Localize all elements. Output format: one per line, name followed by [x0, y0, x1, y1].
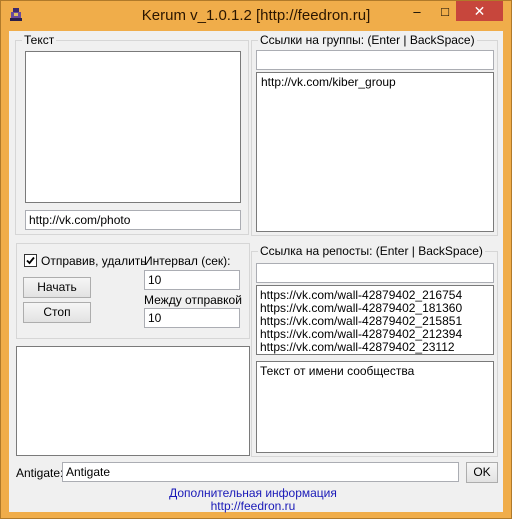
interval-input[interactable]: 10	[144, 270, 240, 290]
reposts-group: Ссылка на репосты: (Enter | BackSpace) h…	[251, 244, 498, 457]
reposts-group-label: Ссылка на репосты: (Enter | BackSpace)	[258, 244, 485, 258]
ok-button[interactable]: OK	[466, 462, 498, 483]
site-link[interactable]: http://feedron.ru	[9, 499, 497, 513]
client-area: Текст http://vk.com/photo Отправив, удал…	[9, 31, 503, 513]
delete-after-send-label: Отправив, удалить	[41, 254, 147, 268]
app-window: Kerum v_1.0.1.2 [http://feedron.ru] – □ …	[0, 0, 512, 519]
minimize-button[interactable]: –	[404, 1, 430, 21]
delete-after-send-checkbox[interactable]	[24, 254, 37, 267]
log-output-box[interactable]	[16, 346, 250, 456]
maximize-button[interactable]: □	[432, 1, 458, 21]
interval-label: Интервал (сек):	[144, 254, 231, 268]
text-group-label: Текст	[22, 33, 57, 47]
antigate-input[interactable]: Antigate	[62, 462, 459, 482]
close-button[interactable]: ✕	[456, 1, 503, 21]
minimize-icon: –	[413, 3, 421, 19]
photo-url-input[interactable]: http://vk.com/photo	[25, 210, 241, 230]
between-send-label: Между отправкой	[144, 293, 242, 307]
close-icon: ✕	[473, 2, 486, 19]
list-item[interactable]: https://vk.com/wall-42879402_23112	[260, 341, 490, 354]
groups-group-label: Ссылки на группы: (Enter | BackSpace)	[258, 33, 477, 47]
between-send-input[interactable]: 10	[144, 308, 240, 328]
repost-link-input[interactable]	[256, 263, 494, 283]
control-group: Отправив, удалить Начать Стоп Интервал (…	[16, 243, 250, 339]
text-group: Текст http://vk.com/photo	[15, 33, 249, 235]
info-link[interactable]: Дополнительная информация	[9, 486, 497, 500]
checkmark-icon	[26, 256, 35, 265]
antigate-label: Antigate:	[16, 466, 64, 480]
title-bar[interactable]: Kerum v_1.0.1.2 [http://feedron.ru] – □ …	[1, 1, 511, 31]
message-textarea[interactable]	[25, 51, 241, 203]
group-link-input[interactable]	[256, 50, 494, 70]
groups-list[interactable]: http://vk.com/kiber_group	[256, 72, 494, 232]
stop-button[interactable]: Стоп	[23, 302, 91, 323]
community-text: Текст от имени сообщества	[260, 364, 415, 378]
start-button[interactable]: Начать	[23, 277, 91, 298]
groups-group: Ссылки на группы: (Enter | BackSpace) ht…	[251, 33, 498, 236]
list-item[interactable]: http://vk.com/kiber_group	[261, 76, 489, 89]
maximize-icon: □	[441, 3, 449, 19]
community-text-area[interactable]: Текст от имени сообщества	[256, 361, 494, 453]
reposts-list[interactable]: https://vk.com/wall-42879402_216754 http…	[256, 285, 494, 355]
